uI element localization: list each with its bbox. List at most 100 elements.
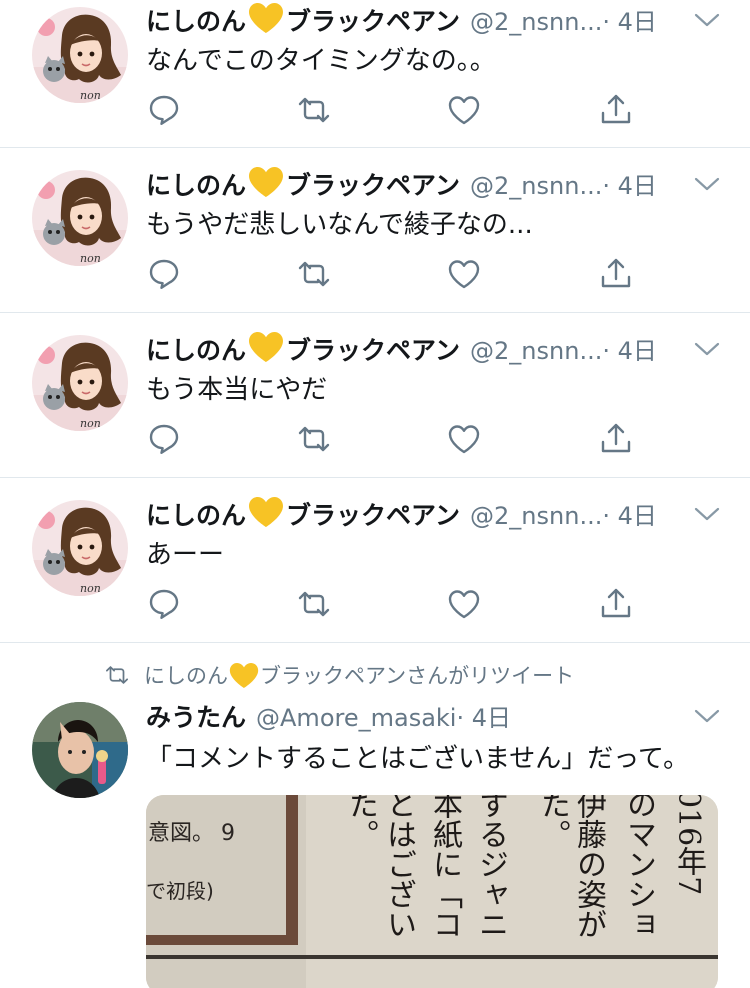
share-icon <box>598 92 634 128</box>
retweet-icon <box>296 586 332 622</box>
tweet-actions <box>146 92 646 128</box>
tweet-header: にしのん ブラックペアン @2_nsnn... · 4日 <box>146 331 730 367</box>
reply-icon <box>146 256 182 292</box>
tweet[interactable]: にしのん ブラックペアン @2_nsnn... · 4日 もう本当にやだ <box>0 313 750 478</box>
newspaper-text-col1b: で初段) <box>146 879 214 903</box>
newspaper-text-col5: するジャニ <box>473 795 508 939</box>
reply-icon <box>146 586 182 622</box>
retweet-button[interactable] <box>296 92 332 128</box>
display-name-part: ブラックペアン <box>286 171 461 200</box>
newspaper-text-col8: のマンショ <box>621 795 656 939</box>
avatar[interactable] <box>32 702 128 798</box>
share-button[interactable] <box>598 586 634 622</box>
share-button[interactable] <box>598 256 634 292</box>
display-name[interactable]: にしのん ブラックペアン <box>146 331 460 367</box>
tweet-actions <box>146 586 646 622</box>
display-name-part: にしのん <box>146 336 247 365</box>
share-icon <box>598 586 634 622</box>
timestamp[interactable]: · 4日 <box>602 331 657 366</box>
like-button[interactable] <box>446 92 482 128</box>
like-button[interactable] <box>446 586 482 622</box>
newspaper-text-col7: 伊藤の姿が <box>571 795 606 939</box>
chevron-down-icon[interactable] <box>694 12 720 28</box>
timestamp[interactable]: · 4日 <box>602 166 657 201</box>
newspaper-text-col4: 本紙に「コ <box>427 795 462 939</box>
retweet-button[interactable] <box>296 421 332 457</box>
tweet[interactable]: にしのん ブラックペアン @2_nsnn... · 4日 あーー <box>0 478 750 643</box>
handle: @2_nsnn... <box>470 172 603 200</box>
avatar[interactable] <box>32 335 128 431</box>
share-icon <box>598 256 634 292</box>
retweet-button[interactable] <box>296 586 332 622</box>
avatar[interactable] <box>32 500 128 596</box>
chevron-down-icon[interactable] <box>694 506 720 522</box>
tweet-media-image[interactable]: 意図。 9 で初段) た。 とはござい 本紙に「コ するジャニ た。 伊藤の姿が… <box>146 795 718 988</box>
retweeter-label: ブラックペアンさんがリツイート <box>260 664 575 688</box>
yellow-heart-icon <box>248 2 284 34</box>
reply-icon <box>146 92 182 128</box>
tweet-text: もう本当にやだ <box>146 375 328 405</box>
retweet-context[interactable]: にしのん ブラックペアンさんがリツイート <box>100 660 574 690</box>
retweet-icon <box>296 256 332 292</box>
newspaper-text-col9: 016年7 <box>671 795 706 896</box>
tweet-text: なんでこのタイミングなの。。 <box>146 46 496 76</box>
like-button[interactable] <box>446 421 482 457</box>
timestamp[interactable]: · 4日 <box>602 496 657 531</box>
display-name-part: ブラックペアン <box>286 7 461 36</box>
display-name-part: ブラックペアン <box>286 336 461 365</box>
display-name[interactable]: みうたん <box>146 698 246 734</box>
tweet-text: あーー <box>146 540 225 570</box>
yellow-heart-icon <box>248 496 284 528</box>
display-name[interactable]: にしのん ブラックペアン <box>146 2 460 38</box>
newspaper-text-col1: 意図。 9 <box>148 821 235 846</box>
retweeter-name: にしのん <box>144 664 228 688</box>
handle: @2_nsnn... <box>470 337 603 365</box>
chevron-down-icon[interactable] <box>694 176 720 192</box>
tweet-text: 「コメントすることはございません」だって。 <box>146 744 690 774</box>
tweet-header: にしのん ブラックペアン @2_nsnn... · 4日 <box>146 166 730 202</box>
heart-icon <box>446 421 482 457</box>
tweet-actions <box>146 421 646 457</box>
share-button[interactable] <box>598 92 634 128</box>
tweet[interactable]: にしのん ブラックペアン @2_nsnn... · 4日 もうやだ悲しいなんで綾子… <box>0 148 750 313</box>
tweet-header: みうたん @Amore_masaki · 4日 <box>146 698 730 734</box>
tweet-actions <box>146 256 646 292</box>
display-name[interactable]: にしのん ブラックペアン <box>146 496 460 532</box>
chevron-down-icon[interactable] <box>694 341 720 357</box>
display-name-part: ブラックペアン <box>286 501 461 530</box>
reply-icon <box>146 421 182 457</box>
reply-button[interactable] <box>146 586 182 622</box>
display-name-part: にしのん <box>146 501 247 530</box>
handle: @Amore_masaki <box>256 704 457 732</box>
display-name[interactable]: にしのん ブラックペアン <box>146 166 460 202</box>
yellow-heart-icon <box>229 662 259 689</box>
share-button[interactable] <box>598 421 634 457</box>
display-name-part: にしのん <box>146 171 247 200</box>
heart-icon <box>446 586 482 622</box>
tweet-header: にしのん ブラックペアン @2_nsnn... · 4日 <box>146 2 730 38</box>
reply-button[interactable] <box>146 92 182 128</box>
retweet-icon <box>100 662 134 688</box>
timestamp[interactable]: · 4日 <box>456 698 511 733</box>
handle: @2_nsnn... <box>470 8 603 36</box>
handle: @2_nsnn... <box>470 502 603 530</box>
share-icon <box>598 421 634 457</box>
chevron-down-icon[interactable] <box>694 708 720 724</box>
heart-icon <box>446 256 482 292</box>
avatar[interactable] <box>32 170 128 266</box>
avatar[interactable] <box>32 7 128 103</box>
reply-button[interactable] <box>146 256 182 292</box>
newspaper-text-col3: とはござい <box>381 795 416 939</box>
yellow-heart-icon <box>248 166 284 198</box>
yellow-heart-icon <box>248 331 284 363</box>
retweet-icon <box>296 92 332 128</box>
display-name-part: にしのん <box>146 7 247 36</box>
like-button[interactable] <box>446 256 482 292</box>
tweet-text: もうやだ悲しいなんで綾子なの... <box>146 210 533 240</box>
tweet-header: にしのん ブラックペアン @2_nsnn... · 4日 <box>146 496 730 532</box>
timestamp[interactable]: · 4日 <box>602 2 657 37</box>
tweet[interactable]: にしのん ブラックペアン @2_nsnn... · 4日 なんでこのタイミングなの… <box>0 0 750 148</box>
retweet-button[interactable] <box>296 256 332 292</box>
heart-icon <box>446 92 482 128</box>
reply-button[interactable] <box>146 421 182 457</box>
